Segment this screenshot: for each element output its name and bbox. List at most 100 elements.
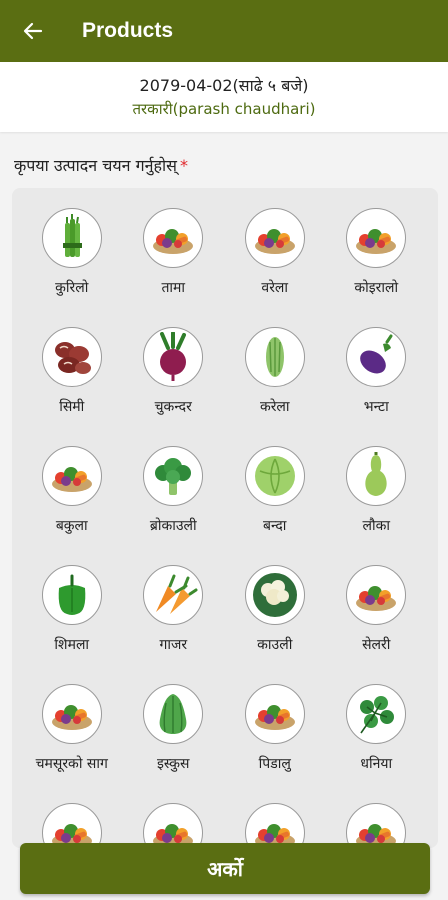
product-image [41, 446, 102, 506]
bottle-gourd-icon [365, 452, 387, 496]
order-info-card: 2079-04-02(साढे ५ बजे) तरकारी(parash cha… [0, 62, 448, 132]
coriander-icon [360, 696, 395, 734]
bitter-gourd-icon [265, 337, 284, 377]
product-grid: कुरिलो तामा वरेला कोइरालो सिमी चुकन्दर करेला भन… [12, 188, 438, 848]
product-image [143, 208, 204, 268]
product-image [41, 565, 102, 625]
product-item[interactable]: गाजर [123, 545, 225, 664]
product-item[interactable] [224, 783, 326, 848]
product-label: शिमला [54, 637, 90, 653]
mixed-vegetables-icon [356, 229, 397, 254]
product-image [346, 803, 407, 848]
product-image [346, 327, 407, 387]
prompt-label: कृपया उत्पादन चयन गर्नुहोस् [14, 156, 177, 175]
product-label: चमसूरको साग [35, 756, 108, 772]
mixed-vegetables-icon [356, 586, 397, 611]
mixed-vegetables-icon [254, 229, 295, 254]
order-category: तरकारी(parash chaudhari) [132, 100, 316, 118]
beetroot-icon [160, 332, 187, 381]
product-item[interactable]: करेला [224, 307, 326, 426]
cabbage-icon [254, 456, 295, 496]
product-label: सिमी [59, 399, 85, 415]
product-label: चुकन्दर [154, 399, 192, 415]
capsicum-icon [58, 574, 86, 615]
arrow-left-icon [23, 22, 43, 40]
mixed-vegetables-icon [153, 229, 194, 254]
product-image [346, 565, 407, 625]
product-label: काउली [257, 637, 293, 653]
mixed-vegetables-icon [153, 824, 194, 848]
app-bar: Products [0, 0, 448, 62]
product-item[interactable]: वरेला [224, 188, 326, 307]
page-title: Products [82, 19, 174, 42]
product-image [143, 565, 204, 625]
product-image [143, 327, 204, 387]
mixed-vegetables-icon [51, 705, 92, 730]
product-image [41, 803, 102, 848]
product-label: बन्दा [263, 518, 287, 534]
product-item[interactable]: लौका [326, 426, 428, 545]
product-item[interactable]: धनिया [326, 664, 428, 783]
next-button[interactable]: अर्को [20, 843, 430, 894]
product-label: इस्कुस [156, 756, 190, 772]
asparagus-icon [62, 214, 82, 257]
product-label: करेला [259, 399, 290, 415]
select-product-prompt: कृपया उत्पादन चयन गर्नुहोस् * [14, 154, 188, 176]
product-item[interactable]: काउली [224, 545, 326, 664]
carrot-icon [156, 574, 198, 614]
product-label: लौका [362, 518, 391, 534]
product-label: कोइरालो [354, 280, 399, 296]
product-item[interactable]: कुरिलो [21, 188, 123, 307]
product-item[interactable] [123, 783, 225, 848]
product-item[interactable]: तामा [123, 188, 225, 307]
product-item[interactable]: ब्रोकाउली [123, 426, 225, 545]
product-grid-panel[interactable]: कुरिलो तामा वरेला कोइरालो सिमी चुकन्दर करेला भन… [12, 188, 438, 848]
product-item[interactable]: सेलरी [326, 545, 428, 664]
product-image [143, 446, 204, 506]
product-image [41, 684, 102, 744]
product-item[interactable]: सिमी [21, 307, 123, 426]
product-image [244, 565, 305, 625]
order-date: 2079-04-02(साढे ५ बजे) [139, 76, 309, 95]
product-item[interactable]: बकुला [21, 426, 123, 545]
product-image [143, 803, 204, 848]
mixed-vegetables-icon [254, 705, 295, 730]
product-image [346, 208, 407, 268]
product-label: ब्रोकाउली [149, 518, 197, 534]
product-label: बकुला [55, 518, 88, 534]
eggplant-icon [360, 334, 393, 374]
product-image [143, 684, 204, 744]
product-item[interactable]: चमसूरको साग [21, 664, 123, 783]
product-label: वरेला [261, 280, 289, 296]
product-label: भन्टा [363, 399, 389, 415]
product-item[interactable]: चुकन्दर [123, 307, 225, 426]
product-image [41, 208, 102, 268]
product-image [346, 684, 407, 744]
product-item[interactable]: कोइरालो [326, 188, 428, 307]
product-item[interactable] [21, 783, 123, 848]
chayote-icon [159, 694, 187, 734]
product-item[interactable]: बन्दा [224, 426, 326, 545]
back-button[interactable] [16, 14, 50, 48]
product-label: गाजर [159, 637, 188, 653]
mixed-vegetables-icon [254, 824, 295, 848]
cauliflower-icon [252, 573, 297, 617]
product-image [244, 803, 305, 848]
mixed-vegetables-icon [51, 824, 92, 848]
kidney-beans-icon [54, 342, 91, 374]
product-item[interactable]: शिमला [21, 545, 123, 664]
product-label: सेलरी [362, 637, 391, 653]
product-image [41, 327, 102, 387]
product-item[interactable]: भन्टा [326, 307, 428, 426]
product-item[interactable]: इस्कुस [123, 664, 225, 783]
mixed-vegetables-icon [51, 467, 92, 492]
product-label: तामा [161, 280, 186, 296]
product-label: कुरिलो [55, 280, 89, 296]
product-label: पिडालु [258, 756, 291, 772]
product-image [244, 327, 305, 387]
product-item[interactable]: पिडालु [224, 664, 326, 783]
product-image [346, 446, 407, 506]
product-item[interactable] [326, 783, 428, 848]
mixed-vegetables-icon [356, 824, 397, 848]
broccoli-icon [155, 458, 192, 495]
